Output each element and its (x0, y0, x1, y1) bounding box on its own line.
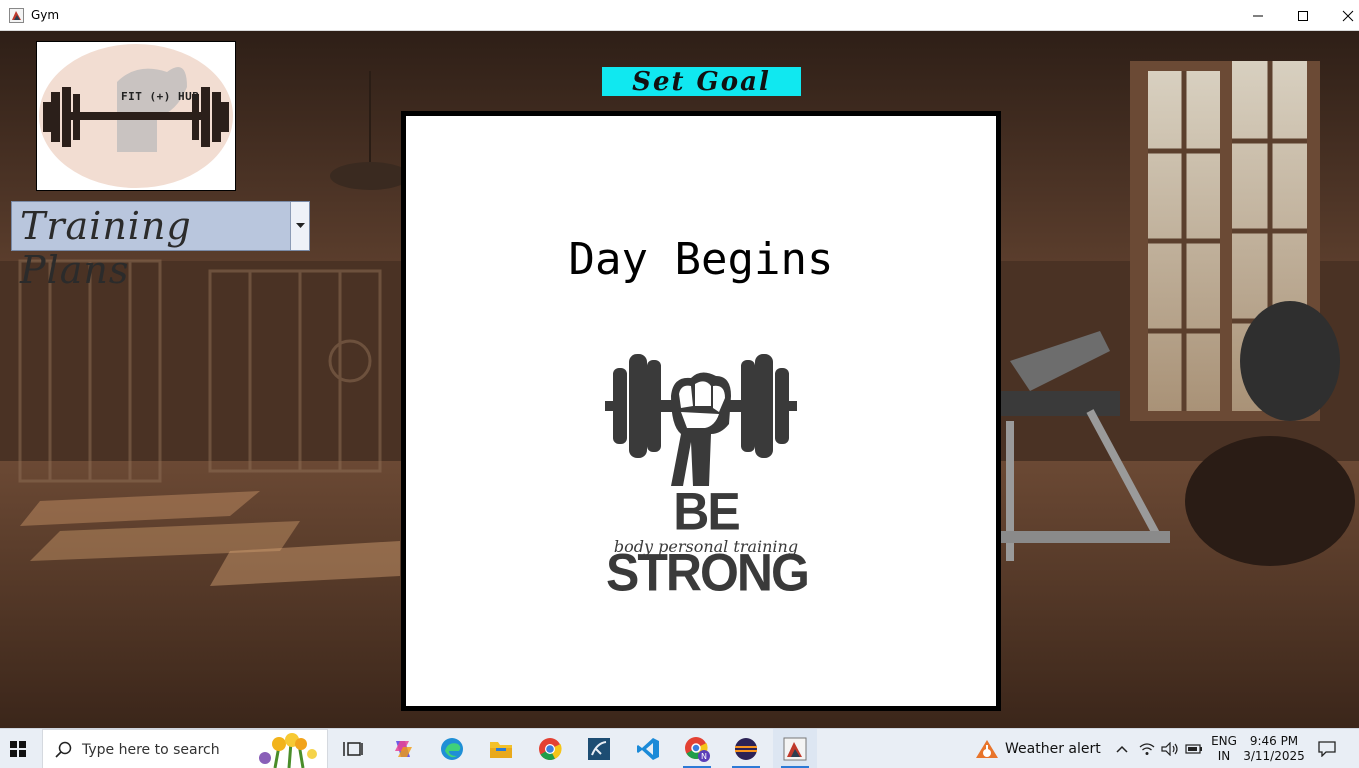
chrome-icon (539, 738, 562, 760)
taskbar-clock[interactable]: 9:46 PM 3/11/2025 (1243, 734, 1305, 764)
language-region: IN (1217, 749, 1231, 763)
battery-icon (1185, 744, 1202, 754)
weather-widget[interactable]: Weather alert (975, 739, 1101, 759)
svg-text:N: N (701, 752, 707, 761)
battery-button[interactable] (1183, 729, 1205, 768)
start-button[interactable] (0, 729, 36, 768)
speaker-icon (1161, 742, 1178, 756)
maximize-button[interactable] (1280, 0, 1326, 31)
day-begins-heading: Day Begins (568, 234, 834, 285)
fit-hub-logo: FIT (+) HUB (36, 41, 236, 191)
main-panel: Day Begins BE STRONG body personal train… (401, 111, 1001, 711)
chevron-up-icon (1116, 745, 1128, 753)
eclipse-icon (735, 738, 757, 760)
search-placeholder: Type here to search (82, 742, 220, 758)
taskbar-search-box[interactable]: Type here to search (42, 729, 328, 768)
minimize-button[interactable] (1235, 0, 1281, 31)
windows-taskbar: Type here to search N Weather alert ENG … (0, 728, 1359, 768)
java-gym-app-button[interactable] (773, 729, 817, 768)
weather-text: Weather alert (1005, 741, 1101, 757)
dropdown-arrow-button[interactable] (290, 202, 309, 250)
vscode-icon (637, 738, 659, 760)
language-indicator[interactable]: ENG IN (1208, 734, 1240, 764)
window-title: Gym (31, 8, 60, 22)
fist-dumbbell-icon (605, 354, 797, 486)
maximize-icon (1298, 10, 1308, 21)
edge-button[interactable] (430, 729, 474, 768)
java-app-icon (783, 737, 807, 761)
network-button[interactable] (1136, 729, 1158, 768)
set-goal-label: Set Goal (632, 66, 771, 97)
language-code: ENG (1211, 734, 1237, 748)
clock-time: 9:46 PM (1249, 734, 1299, 748)
show-hidden-icons-button[interactable] (1112, 729, 1132, 768)
notifications-button[interactable] (1312, 729, 1342, 768)
copilot-button[interactable] (381, 729, 425, 768)
chrome-button[interactable] (528, 729, 572, 768)
minimize-icon (1253, 15, 1263, 16)
java-app-icon (9, 8, 24, 23)
be-strong-subtitle: body personal training (613, 537, 799, 556)
close-icon (1342, 10, 1354, 21)
folder-icon (490, 742, 512, 758)
edge-icon (441, 738, 463, 760)
flowers-highlight-icon (259, 733, 317, 768)
notification-icon (1318, 741, 1336, 757)
windows-logo-icon (10, 741, 26, 757)
training-plans-selected: Training Plans (20, 204, 192, 292)
clock-date: 3/11/2025 (1243, 749, 1305, 763)
vscode-button[interactable] (626, 729, 670, 768)
chrome-profile-icon: N (685, 737, 710, 762)
file-explorer-button[interactable] (479, 729, 523, 768)
copilot-icon (395, 741, 412, 757)
title-bar: Gym (0, 0, 1359, 31)
close-button[interactable] (1325, 0, 1359, 31)
logo-text: FIT (+) HUB (121, 90, 200, 103)
set-goal-button[interactable]: Set Goal (602, 66, 801, 97)
training-plans-dropdown[interactable]: Training Plans (11, 201, 310, 292)
weather-alert-icon (976, 740, 998, 758)
mysql-workbench-button[interactable] (577, 729, 621, 768)
chrome-profile-button[interactable]: N (675, 729, 719, 768)
eclipse-button[interactable] (724, 729, 768, 768)
search-icon (55, 741, 72, 758)
barbell-logo-icon (39, 44, 233, 188)
volume-button[interactable] (1159, 729, 1181, 768)
wifi-icon (1139, 743, 1155, 755)
chevron-down-icon (295, 223, 305, 228)
task-view-icon (343, 742, 363, 756)
mysql-workbench-icon (588, 738, 610, 760)
task-view-button[interactable] (331, 729, 375, 768)
